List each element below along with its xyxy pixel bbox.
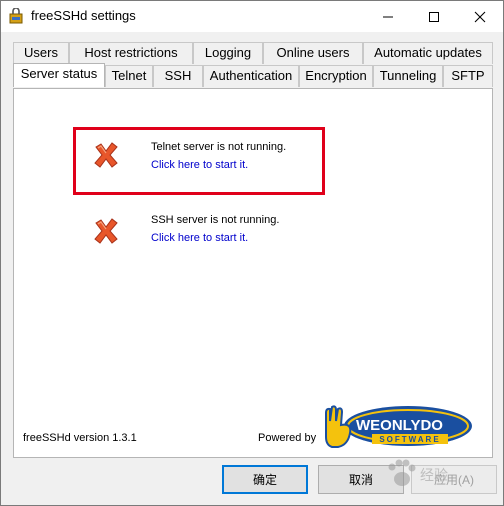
tab-ssh[interactable]: SSH	[153, 65, 203, 87]
ok-button[interactable]: 确定	[222, 465, 308, 494]
minimize-icon	[383, 16, 393, 17]
ssh-start-link[interactable]: Click here to start it.	[151, 232, 248, 244]
telnet-start-link[interactable]: Click here to start it.	[151, 159, 248, 171]
settings-window: freeSSHd settings Users Host restriction…	[0, 0, 504, 506]
weonlydo-logo[interactable]: WEONLYDO SOFTWARE	[316, 401, 476, 455]
tab-tunneling[interactable]: Tunneling	[373, 65, 443, 87]
tab-automatic-updates[interactable]: Automatic updates	[363, 42, 493, 64]
logo-text: WEONLYDO	[356, 417, 443, 434]
cancel-button[interactable]: 取消	[318, 465, 404, 494]
tab-online-users[interactable]: Online users	[263, 42, 363, 64]
tab-authentication[interactable]: Authentication	[203, 65, 299, 87]
close-icon	[474, 11, 486, 22]
ssh-stopped-icon	[94, 218, 118, 244]
tab-telnet[interactable]: Telnet	[105, 65, 153, 87]
freesshd-app-icon	[9, 8, 23, 24]
tab-logging[interactable]: Logging	[193, 42, 263, 64]
title-bar: freeSSHd settings	[1, 1, 503, 32]
close-button[interactable]	[457, 1, 503, 32]
telnet-stopped-icon	[94, 142, 118, 168]
server-status-panel: Telnet server is not running. Click here…	[13, 88, 493, 458]
tab-sftp[interactable]: SFTP	[443, 65, 493, 87]
tab-host-restrictions[interactable]: Host restrictions	[69, 42, 193, 64]
tab-users[interactable]: Users	[13, 42, 69, 64]
tab-server-status[interactable]: Server status	[13, 63, 105, 87]
window-title: freeSSHd settings	[31, 8, 136, 23]
version-label: freeSSHd version 1.3.1	[23, 432, 137, 444]
tab-strip: Users Host restrictions Logging Online u…	[1, 32, 503, 92]
apply-button[interactable]: 应用(A)	[411, 465, 497, 494]
tab-encryption[interactable]: Encryption	[299, 65, 373, 87]
minimize-button[interactable]	[365, 1, 411, 32]
powered-by-label: Powered by	[258, 432, 317, 444]
logo-subtext: SOFTWARE	[379, 435, 440, 444]
maximize-icon	[429, 11, 439, 22]
ssh-status-text: SSH server is not running.	[151, 214, 280, 226]
telnet-status-text: Telnet server is not running.	[151, 141, 287, 153]
maximize-button[interactable]	[411, 1, 457, 32]
